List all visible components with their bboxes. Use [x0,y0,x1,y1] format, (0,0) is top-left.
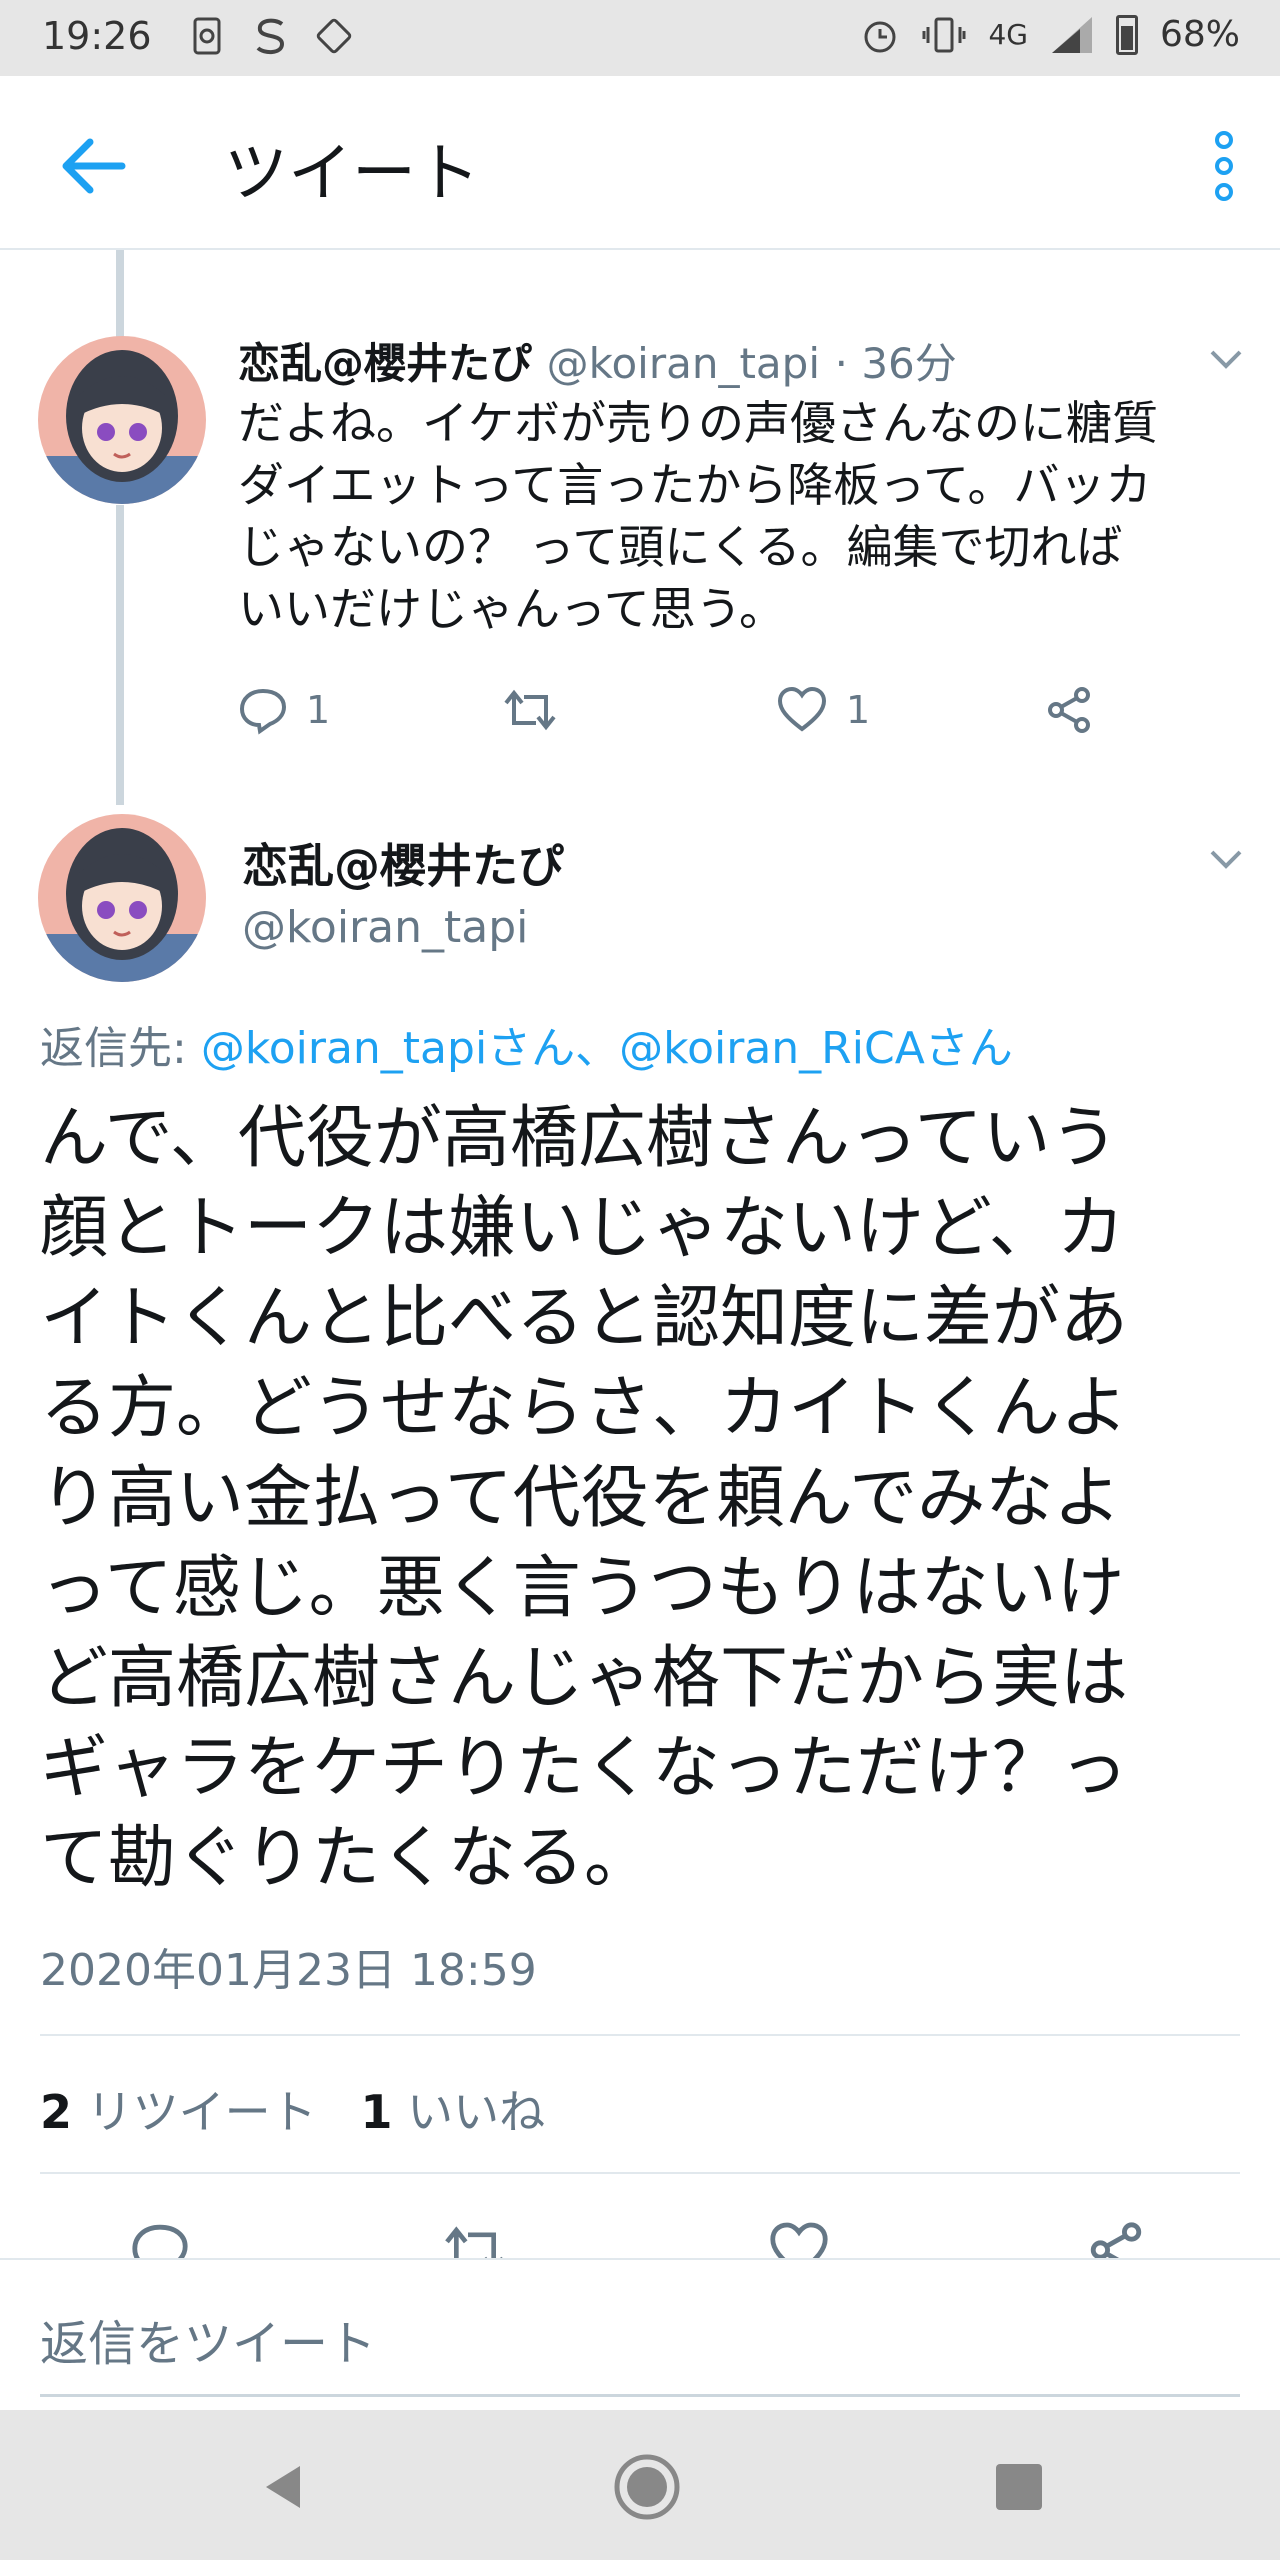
retweet-icon [445,2226,505,2260]
retweet-action[interactable] [500,680,560,740]
display-name[interactable]: 恋乱@櫻井たぴ [242,830,564,896]
chevron-down-icon[interactable] [1208,848,1244,872]
more-options-button[interactable] [1206,128,1242,204]
reply-input-underline [40,2394,1240,2397]
square-recents-icon [996,2464,1042,2510]
parent-tweet-text: だよね。イケボが売りの声優さんなのに糖質 ダイエットって言ったから降板って。バッ… [238,396,1158,636]
reply-composer: 返信をツイート [0,2258,1280,2410]
retweet-icon [504,689,556,731]
battery-label: 68% [1159,14,1240,55]
like-action[interactable] [768,2220,830,2260]
vibrate-icon [922,17,966,52]
alarm-icon [864,21,896,52]
tweet-time: · 36分 [834,339,957,388]
parent-tweet-actions: 1 1 [238,680,1098,740]
status-time: 19:26 [42,14,152,58]
status-bar: 19:26 4G 68% [0,0,1280,76]
like-count: 1 [360,2085,393,2139]
tweet-stats: 2 リツイート 1 いいね [40,2076,545,2142]
reply-action[interactable]: 1 [238,680,330,740]
retweet-count: 2 [40,2085,73,2139]
handle[interactable]: @koiran_tapi [547,339,820,388]
reply-icon [132,2224,188,2260]
main-tweet-actions [0,2210,1280,2260]
likes-stat[interactable]: 1 いいね [361,2085,546,2139]
like-label: いいね [407,2085,546,2139]
retweets-stat[interactable]: 2 リツイート [40,2085,317,2139]
notification-app-icon [192,16,226,56]
share-action[interactable] [1044,680,1094,740]
handle[interactable]: @koiran_tapi [242,902,528,953]
page-title: ツイート [224,137,480,211]
nav-home-button[interactable] [612,2452,682,2522]
divider [40,2172,1240,2174]
signal-icon [1051,16,1092,53]
status-right: 4G 68% [860,14,1240,55]
home-circle-icon [614,2454,680,2520]
triangle-back-icon [266,2466,300,2508]
divider [40,2034,1240,2036]
main-tweet-text: んで、代役が高橋広樹さんっていう 顔とトークは嫌いじゃないけど、カ イトくんと比… [40,1099,1129,1898]
avatar[interactable] [38,336,206,504]
share-icon [1090,2222,1142,2260]
chevron-down-icon[interactable] [1208,348,1244,372]
more-vertical-icon [1215,131,1233,201]
app-bar: ツイート [0,76,1280,250]
reply-to-label: 返信先: [40,1023,201,1074]
reply-to-mentions[interactable]: @koiran_tapiさん、@koiran_RiCAさん [201,1023,1013,1074]
reply-count: 1 [306,688,331,732]
notification-s-icon [254,16,288,56]
share-action[interactable] [1086,2220,1146,2260]
arrow-left-icon [62,138,126,194]
reply-icon [239,688,287,735]
thread-line [116,505,124,805]
network-label: 4G [988,18,1028,51]
avatar[interactable] [38,814,206,982]
system-nav-bar [0,2410,1280,2560]
display-name[interactable]: 恋乱@櫻井たぴ [238,339,532,388]
parent-tweet-header: 恋乱@櫻井たぴ @koiran_tapi · 36分 [238,330,957,391]
notification-icons [192,16,352,56]
retweet-action[interactable] [440,2220,510,2260]
tweet-timestamp: 2020年01月23日 18:59 [40,1945,537,1996]
share-icon [1048,687,1090,733]
reply-input[interactable]: 返信をツイート [40,2304,376,2374]
nav-back-button[interactable] [250,2452,320,2522]
rotate-icon [316,16,352,56]
heart-icon [770,2222,828,2260]
like-action[interactable]: 1 [776,680,870,740]
thread-line [116,250,124,340]
nav-recents-button[interactable] [984,2452,1054,2522]
retweet-label: リツイート [86,2085,317,2139]
battery-icon [1115,14,1138,55]
like-count: 1 [846,688,871,732]
reply-to: 返信先: @koiran_tapiさん、@koiran_RiCAさん [40,1012,1013,1076]
back-button[interactable] [56,128,132,204]
reply-action[interactable] [130,2220,190,2260]
heart-icon [777,686,827,732]
